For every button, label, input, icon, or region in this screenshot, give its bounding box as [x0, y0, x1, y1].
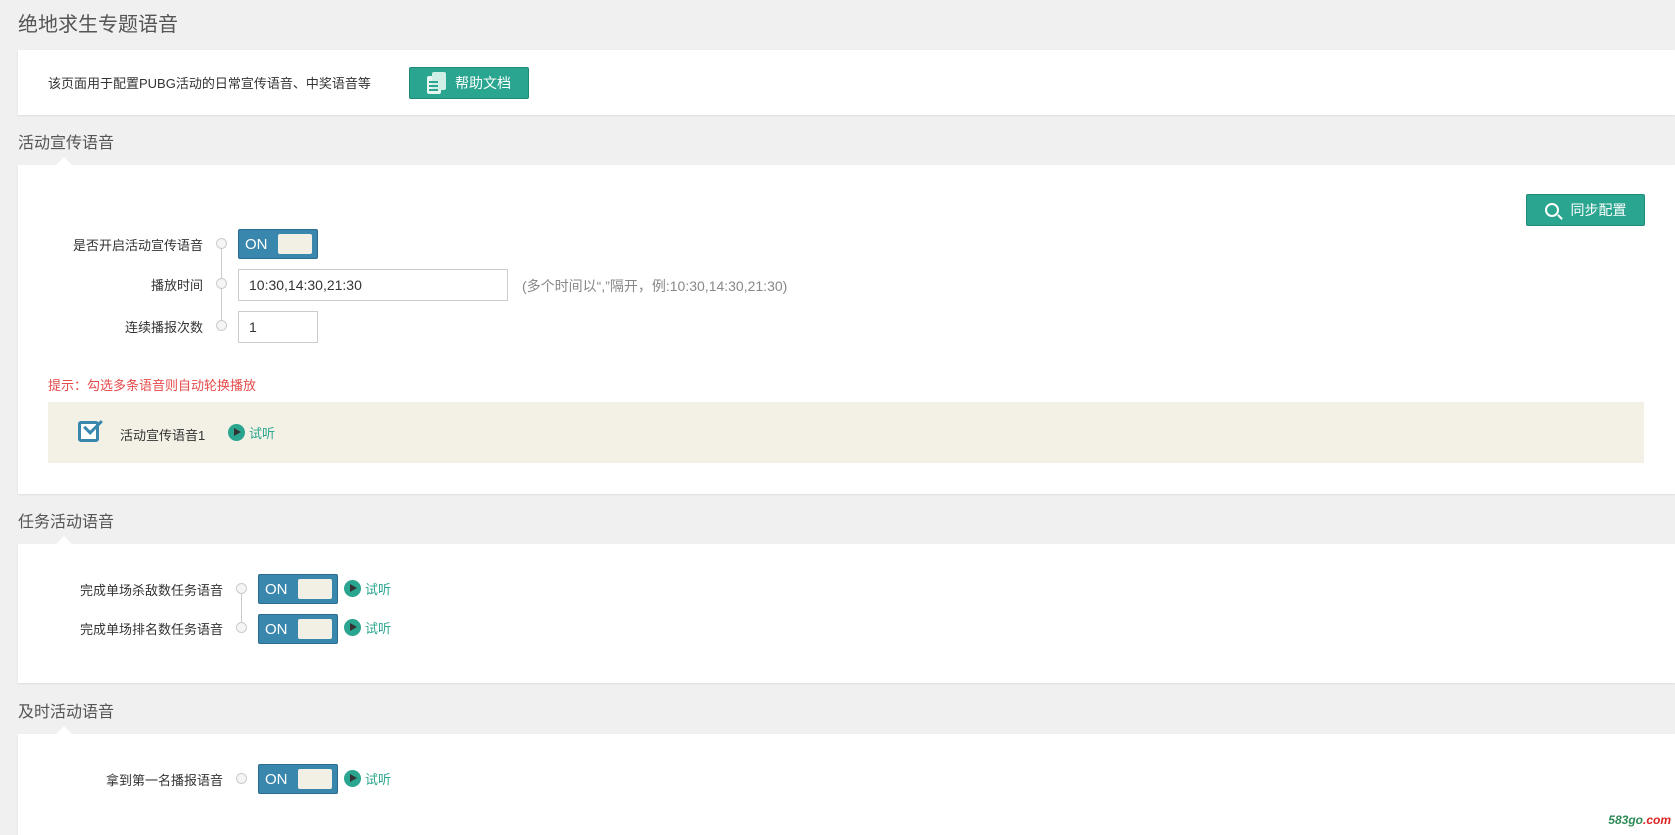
enable-toggle[interactable]: ON: [238, 229, 318, 259]
form-dot: [216, 278, 227, 289]
task-kill-toggle[interactable]: ON: [258, 574, 338, 604]
task-kill-label: 完成单场杀敌数任务语音: [79, 583, 223, 598]
count-label: 连续播报次数: [124, 320, 203, 335]
first-place-label: 拿到第一名播报语音: [105, 773, 223, 788]
instant-panel: 拿到第一名播报语音 ON 试听: [18, 734, 1675, 835]
time-input[interactable]: 10:30,14:30,21:30: [238, 269, 508, 301]
listen-label: 试听: [249, 426, 276, 441]
toggle-state-label: ON: [265, 580, 288, 598]
sync-config-button[interactable]: 同步配置: [1526, 194, 1645, 226]
toggle-knob: [297, 769, 332, 789]
voice-list: 活动宣传语音1 试听: [48, 402, 1644, 463]
toggle-state-label: ON: [265, 620, 288, 638]
promo-panel: 同步配置 是否开启活动宣传语音 ON 播放时间 10:30,14:30,21:3…: [18, 165, 1675, 494]
listen-button[interactable]: 试听: [344, 769, 391, 788]
first-place-toggle[interactable]: ON: [258, 764, 338, 794]
toggle-knob: [297, 579, 332, 599]
help-doc-label: 帮助文档: [455, 75, 511, 91]
listen-label: 试听: [365, 582, 392, 597]
intro-panel: 该页面用于配置PUBG活动的日常宣传语音、中奖语音等 帮助文档: [18, 50, 1675, 115]
form-dot: [236, 773, 247, 784]
search-icon: [1544, 203, 1559, 217]
count-input[interactable]: 1: [238, 311, 318, 343]
page-title: 绝地求生专题语音: [18, 14, 178, 36]
task-panel: 完成单场杀敌数任务语音 ON 试听 完成单场排名数任务语音 ON 试听: [18, 544, 1675, 683]
toggle-knob: [277, 234, 312, 254]
watermark: 583go.com: [1608, 813, 1671, 827]
watermark-domain: 583go: [1608, 813, 1643, 827]
play-icon: [344, 619, 361, 636]
listen-button[interactable]: 试听: [344, 618, 391, 637]
play-icon: [344, 770, 361, 787]
intro-text: 该页面用于配置PUBG活动的日常宣传语音、中奖语音等: [48, 76, 371, 91]
time-hint: (多个时间以“,”隔开，例:10:30,14:30,21:30): [522, 278, 788, 294]
task-rank-label: 完成单场排名数任务语音: [79, 622, 223, 637]
help-doc-button[interactable]: 帮助文档: [409, 67, 529, 99]
play-icon: [228, 424, 245, 441]
listen-button[interactable]: 试听: [344, 579, 391, 598]
task-rank-toggle[interactable]: ON: [258, 614, 338, 644]
toggle-knob: [297, 619, 332, 639]
form-dot: [216, 238, 227, 249]
sync-config-label: 同步配置: [1570, 202, 1627, 218]
watermark-tld: .com: [1642, 813, 1671, 827]
section-title-instant: 及时活动语音: [18, 704, 115, 721]
time-label: 播放时间: [150, 278, 203, 293]
toggle-state-label: ON: [245, 235, 268, 253]
play-icon: [344, 580, 361, 597]
voice-label: 活动宣传语音1: [120, 428, 206, 443]
document-icon: [427, 72, 447, 94]
toggle-state-label: ON: [265, 770, 288, 788]
form-dot: [236, 622, 247, 633]
form-dot: [236, 583, 247, 594]
listen-label: 试听: [365, 621, 392, 636]
enable-label: 是否开启活动宣传语音: [72, 238, 203, 253]
section-title-promo: 活动宣传语音: [18, 135, 115, 152]
listen-label: 试听: [365, 772, 392, 787]
checkbox-checked-icon[interactable]: [78, 415, 104, 444]
rotation-tip: 提示：勾选多条语音则自动轮换播放: [48, 378, 257, 393]
listen-button[interactable]: 试听: [228, 423, 275, 442]
section-title-task: 任务活动语音: [18, 514, 115, 531]
form-dot: [216, 320, 227, 331]
